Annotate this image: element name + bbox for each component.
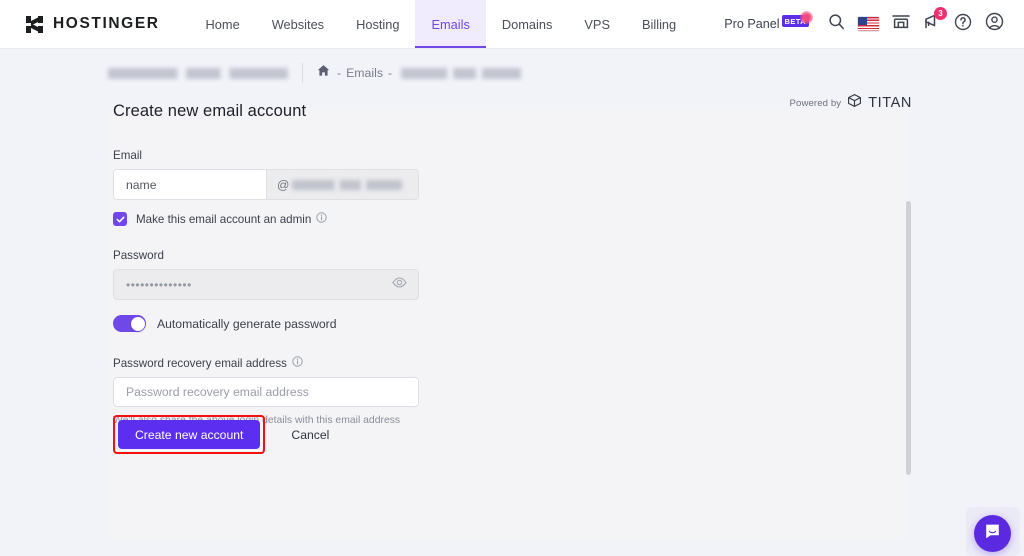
submit-highlight-annotation: Create new account [113,415,266,454]
search-icon[interactable] [828,13,845,35]
beta-notification-dot [800,11,813,24]
info-circle-icon[interactable] [316,212,327,226]
help-circle-icon[interactable] [954,13,972,36]
admin-checkbox-row[interactable]: Make this email account an admin [113,212,453,226]
header-actions: Pro Panel BETA 3 [724,0,1024,48]
auto-generate-password-toggle[interactable] [113,315,146,332]
notification-count-badge: 3 [934,7,947,20]
nav-item-domains[interactable]: Domains [486,0,569,48]
titan-wordmark: TITAN [868,95,912,111]
email-input-group[interactable]: name @ [113,169,419,200]
at-symbol: @ [277,177,290,192]
nav-item-home[interactable]: Home [190,0,256,48]
user-circle-icon[interactable] [985,12,1004,36]
eye-icon[interactable] [392,275,407,295]
breadcrumb: - Emails - [108,62,522,84]
scrollbar-thumb[interactable] [906,201,911,475]
nav-item-hosting[interactable]: Hosting [340,0,415,48]
page-title: Create new email account [113,102,307,120]
chat-bubble-icon [983,522,1002,546]
powered-by-label: Powered by [789,97,842,109]
brand-logo[interactable]: HOSTINGER [0,0,190,48]
info-circle-icon[interactable] [292,356,303,370]
password-field-label: Password [113,249,453,262]
breadcrumb-separator-right: - [388,66,393,80]
recovery-email-input[interactable]: Password recovery email address [113,377,419,407]
breadcrumb-divider [302,63,303,83]
us-flag-icon[interactable] [858,17,879,31]
pro-panel-link[interactable]: Pro Panel BETA [724,11,813,31]
form-actions: Create new account Cancel [113,415,335,454]
password-block: Password •••••••••••••• [113,249,453,300]
chat-launcher-button[interactable] [974,515,1011,552]
email-domain-suffix: @ [266,170,418,199]
store-icon[interactable] [892,13,910,35]
create-new-account-button[interactable]: Create new account [118,420,261,449]
beta-badge: BETA [781,11,813,27]
password-label-text: Password [113,249,164,262]
password-input[interactable]: •••••••••••••• [113,269,419,300]
brand-name: HOSTINGER [53,15,160,32]
vertical-scrollbar[interactable] [906,201,911,475]
auto-generate-password-label: Automatically generate password [157,316,337,331]
password-masked-value: •••••••••••••• [126,277,192,292]
admin-checkbox-label: Make this email account an admin [136,212,327,226]
nav-item-vps[interactable]: VPS [568,0,626,48]
hostinger-h-logo-icon [25,15,44,34]
recovery-email-field-label: Password recovery email address [113,356,453,370]
breadcrumb-section[interactable]: Emails [346,66,383,80]
main-nav: Home Websites Hosting Emails Domains VPS… [190,0,693,48]
cancel-button[interactable]: Cancel [285,427,335,443]
email-field-label: Email [113,149,453,162]
recovery-email-label-text: Password recovery email address [113,356,287,370]
admin-checkbox-label-text: Make this email account an admin [136,212,312,226]
toggle-knob [130,316,145,331]
megaphone-icon[interactable]: 3 [923,7,947,35]
breadcrumb-separator-left: - [337,66,342,80]
home-icon[interactable] [317,64,330,82]
email-name-input[interactable]: name [114,170,266,199]
nav-item-billing[interactable]: Billing [626,0,692,48]
auto-generate-password-row[interactable]: Automatically generate password [113,315,453,332]
nav-item-emails[interactable]: Emails [415,0,487,48]
breadcrumb-account-redacted[interactable] [108,67,288,79]
email-domain-redacted [292,179,403,190]
page-body: - Emails - Powered by TITAN Create new e… [0,49,1024,556]
nav-item-websites[interactable]: Websites [256,0,340,48]
breadcrumb-domain-redacted[interactable] [401,67,522,79]
top-navigation-bar: HOSTINGER Home Websites Hosting Emails D… [0,0,1024,49]
admin-checkbox[interactable] [113,212,127,226]
email-label-text: Email [113,149,142,162]
pro-panel-label: Pro Panel [724,17,780,31]
create-email-form: Email name @ Make this email account an … [113,149,453,426]
